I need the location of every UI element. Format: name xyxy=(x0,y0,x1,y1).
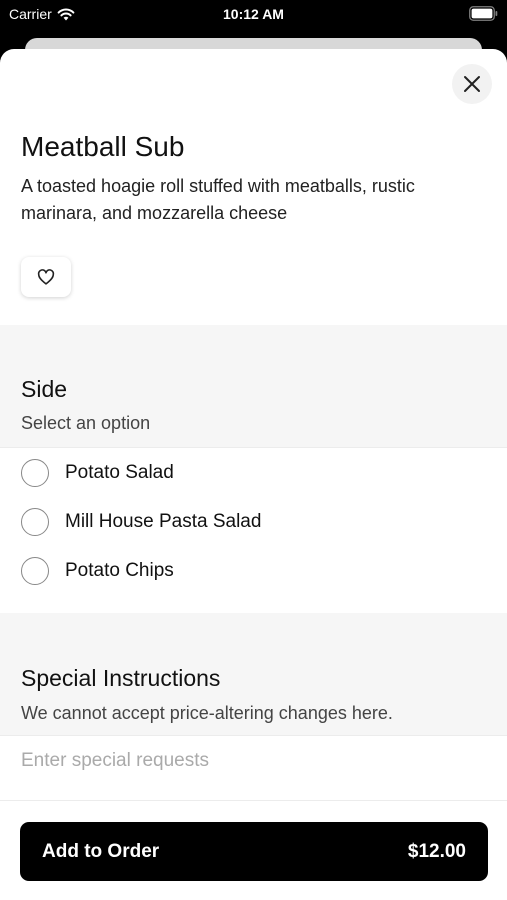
instructions-section-header: Special Instructions We cannot accept pr… xyxy=(0,613,507,735)
radio-button[interactable] xyxy=(21,458,49,487)
radio-button[interactable] xyxy=(21,556,49,585)
side-section-header: Side Select an option xyxy=(0,325,507,447)
item-detail-sheet: Meatball Sub A toasted hoagie roll stuff… xyxy=(0,49,507,900)
add-to-order-button[interactable]: Add to Order $12.00 xyxy=(20,822,488,881)
status-bar: Carrier 10:12 AM xyxy=(0,0,507,30)
instructions-subheading: We cannot accept price-altering changes … xyxy=(21,703,393,723)
special-instructions-input[interactable] xyxy=(21,750,481,780)
side-option-label: Potato Salad xyxy=(65,461,174,483)
side-option-pasta-salad[interactable]: Mill House Pasta Salad xyxy=(0,497,507,546)
heart-icon xyxy=(37,269,55,285)
side-subheading: Select an option xyxy=(21,413,151,433)
close-icon xyxy=(464,76,480,92)
favorite-button[interactable] xyxy=(21,257,71,297)
side-heading: Side xyxy=(21,376,68,402)
side-option-potato-salad[interactable]: Potato Salad xyxy=(0,448,507,497)
item-description: A toasted hoagie roll stuffed with meatb… xyxy=(21,176,415,223)
order-price: $12.00 xyxy=(407,840,466,862)
add-to-order-label: Add to Order xyxy=(42,840,160,862)
instructions-heading: Special Instructions xyxy=(21,665,221,691)
item-title: Meatball Sub xyxy=(21,131,185,162)
special-instructions-container xyxy=(0,735,507,801)
status-time: 10:12 AM xyxy=(223,6,284,22)
close-button[interactable] xyxy=(452,64,492,104)
side-option-potato-chips[interactable]: Potato Chips xyxy=(0,546,507,595)
battery-icon xyxy=(469,6,498,21)
radio-button[interactable] xyxy=(21,507,49,536)
side-options-list: Potato Salad Mill House Pasta Salad Pota… xyxy=(0,447,507,595)
side-option-label: Mill House Pasta Salad xyxy=(65,510,262,532)
side-option-label: Potato Chips xyxy=(65,559,174,581)
